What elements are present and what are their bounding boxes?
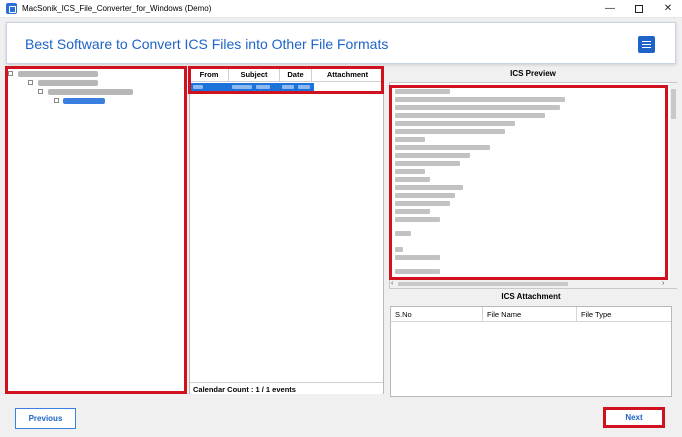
- close-button[interactable]: ✕: [654, 1, 682, 17]
- grid-header: From Subject Date Attachment: [190, 67, 383, 82]
- ics-attachment-table: S.No File Name File Type: [390, 306, 672, 397]
- event-grid-pane: From Subject Date Attachment Calendar Co…: [189, 66, 384, 394]
- row-cell: [193, 85, 203, 89]
- next-button[interactable]: Next: [603, 407, 665, 428]
- row-cell: [282, 85, 294, 89]
- maximize-icon: [635, 5, 643, 13]
- column-header-attachment[interactable]: Attachment: [312, 67, 383, 82]
- row-cell: [298, 85, 310, 89]
- attachment-header: S.No File Name File Type: [391, 307, 671, 322]
- app-icon: [6, 3, 17, 14]
- tree-node-root[interactable]: [18, 71, 98, 77]
- tree-expand-icon[interactable]: [54, 98, 59, 103]
- column-header-date[interactable]: Date: [280, 67, 312, 82]
- hamburger-icon: [642, 41, 651, 42]
- tree-node-level2[interactable]: [48, 89, 133, 95]
- header-banner: Best Software to Convert ICS Files into …: [6, 22, 676, 64]
- previous-button[interactable]: Previous: [15, 408, 76, 429]
- preview-horizontal-scrollbar[interactable]: [390, 280, 670, 288]
- minimize-button[interactable]: —: [596, 1, 624, 17]
- scrollbar-thumb[interactable]: [671, 89, 676, 119]
- title-bar: MacSonik_ICS_File_Converter_for_Windows …: [0, 0, 682, 18]
- column-header-from[interactable]: From: [190, 67, 229, 82]
- tree-node-selected[interactable]: [63, 98, 105, 104]
- calendar-count-bar: Calendar Count : 1 / 1 events: [190, 382, 383, 394]
- table-row[interactable]: [190, 83, 314, 91]
- hamburger-menu-button[interactable]: [638, 36, 655, 53]
- ics-attachment-title: ICS Attachment: [501, 292, 561, 301]
- column-header-file-type[interactable]: File Type: [577, 307, 671, 322]
- tree-expand-icon[interactable]: [8, 71, 13, 76]
- maximize-button[interactable]: [625, 1, 653, 17]
- row-cell: [232, 85, 252, 89]
- page-title: Best Software to Convert ICS Files into …: [25, 36, 389, 52]
- ics-preview-pane[interactable]: ‹ ›: [389, 82, 677, 289]
- calendar-count: Calendar Count : 1 / 1 events: [193, 385, 296, 394]
- window-title: MacSonik_ICS_File_Converter_for_Windows …: [22, 4, 212, 13]
- column-header-subject[interactable]: Subject: [229, 67, 280, 82]
- ics-preview-title: ICS Preview: [510, 69, 556, 78]
- scrollbar-thumb[interactable]: [398, 282, 568, 286]
- row-cell: [256, 85, 270, 89]
- tree-node-level1[interactable]: [38, 80, 98, 86]
- scroll-right-icon[interactable]: ›: [662, 280, 664, 288]
- column-header-sno[interactable]: S.No: [391, 307, 483, 322]
- preview-vertical-scrollbar[interactable]: [670, 83, 677, 288]
- tree-expand-icon[interactable]: [28, 80, 33, 85]
- column-header-file-name[interactable]: File Name: [483, 307, 577, 322]
- folder-tree-pane[interactable]: [5, 66, 187, 393]
- tree-expand-icon[interactable]: [38, 89, 43, 94]
- scroll-left-icon[interactable]: ‹: [391, 280, 393, 288]
